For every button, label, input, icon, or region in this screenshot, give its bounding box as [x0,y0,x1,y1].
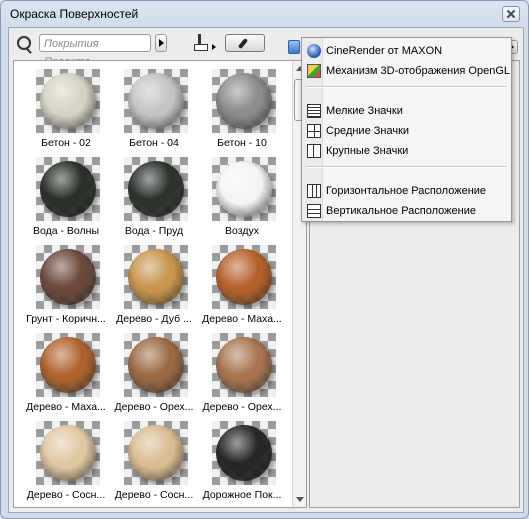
surface-thumbnail [212,245,276,309]
medium-icons-icon [307,124,321,138]
scroll-down-arrow-icon[interactable] [296,497,304,502]
small-icons-icon [307,104,321,118]
surface-thumbnail [36,333,100,397]
material-sphere [216,249,272,305]
surface-tile[interactable]: Дерево - Дуб ... [110,243,198,331]
surface-label: Дерево - Сосн... [114,489,194,501]
surface-label: Дорожное Пок... [202,489,282,501]
surface-thumbnail [212,421,276,485]
menu-item-large-icons[interactable]: Крупные Значки [304,141,508,161]
close-button[interactable] [502,6,520,22]
surface-label: Дерево - Сосн... [26,489,106,501]
material-sphere [40,337,96,393]
surface-tile[interactable]: Дерево - Орех... [198,331,286,419]
surface-tile[interactable]: Бетон - 10 [198,67,286,155]
surface-label: Дерево - Орех... [114,401,194,413]
material-sphere [216,73,272,129]
surface-thumbnail [36,421,100,485]
menu-item-label: Вертикальное Расположение [326,205,476,217]
eyedropper-button[interactable] [225,34,265,52]
surface-thumbnail [124,333,188,397]
surface-thumbnail [36,245,100,309]
menu-item-opengl[interactable]: Механизм 3D-отображения OpenGL [304,61,510,81]
surface-thumbnail [212,69,276,133]
search-input[interactable]: Покрытия Проекта [39,34,151,68]
surface-list: Бетон - 02 Бетон - 04 Бетон - 10 Вода - Вол… [13,60,307,508]
surface-label: Вода - Волны [33,225,99,237]
surface-thumbnail [36,69,100,133]
surface-label: Дерево - Маха... [26,401,106,413]
surface-label: Дерево - Орех... [202,401,282,413]
surface-thumbnail [36,157,100,221]
brush-options-arrow-icon[interactable] [212,44,216,50]
large-icons-icon [307,144,321,158]
material-sphere [128,425,184,481]
opengl-icon [307,64,321,78]
surface-label: Грунт - Коричн... [26,313,106,325]
surface-label: Бетон - 02 [41,137,91,149]
menu-item-label: Мелкие Значки [326,105,403,117]
surface-thumbnail [212,157,276,221]
menu-item-medium-icons[interactable]: Средние Значки [304,121,508,141]
menu-item-label: Крупные Значки [326,145,409,157]
menu-separator [306,86,506,88]
search-menu-arrow-button[interactable] [155,34,167,52]
cinerender-icon [307,44,321,58]
surface-tile[interactable]: Дерево - Орех... [110,331,198,419]
window-title: Окраска Поверхностей [10,7,139,21]
horizontal-layout-icon [307,184,321,198]
material-sphere [128,73,184,129]
render-engine-menu-button[interactable] [288,40,300,54]
surface-tile[interactable]: Грунт - Коричн... [22,243,110,331]
surface-tile[interactable]: Бетон - 04 [110,67,198,155]
material-sphere [216,161,272,217]
surface-tile[interactable]: Бетон - 02 [22,67,110,155]
material-sphere [128,337,184,393]
vertical-layout-icon [307,204,321,218]
material-sphere [40,425,96,481]
surface-label: Бетон - 04 [129,137,179,149]
surface-tile[interactable]: Дерево - Сосн... [110,419,198,507]
surface-tile[interactable]: Вода - Волны [22,155,110,243]
surface-thumbnail [124,69,188,133]
menu-item-horizontal-layout[interactable]: Горизонтальное Расположение [304,181,508,201]
search-icon[interactable] [17,36,31,50]
surface-tile[interactable]: Дерево - Маха... [22,331,110,419]
menu-separator [306,166,506,168]
menu-item-label: Горизонтальное Расположение [326,185,487,197]
surface-tile[interactable]: Воздух [198,155,286,243]
material-sphere [216,337,272,393]
material-sphere [40,249,96,305]
surface-thumbnail [124,245,188,309]
surface-thumbnail [124,421,188,485]
surface-label: Бетон - 10 [217,137,267,149]
surface-painter-window: Окраска Поверхностей Покрытия Проекта Бе… [0,0,529,519]
view-options-menu: CineRender от MAXON Механизм 3D-отображе… [301,37,512,222]
material-sphere [216,425,272,481]
menu-item-label: Механизм 3D-отображения OpenGL [326,65,510,77]
menu-item-label: CineRender от MAXON [326,45,443,57]
material-sphere [40,73,96,129]
menu-item-label: Средние Значки [326,125,410,137]
surface-label: Дерево - Дуб ... [116,313,192,325]
menu-item-small-icons[interactable]: Мелкие Значки [304,101,508,121]
material-sphere [40,161,96,217]
material-sphere [128,249,184,305]
menu-item-vertical-layout[interactable]: Вертикальное Расположение [304,201,508,221]
surface-label: Дерево - Маха... [202,313,282,325]
paint-brush-icon[interactable] [192,34,208,51]
material-sphere [128,161,184,217]
surface-label: Воздух [225,225,259,237]
surface-thumbnail [212,333,276,397]
surface-tile[interactable]: Вода - Пруд [110,155,198,243]
surface-tile[interactable]: Дорожное Пок... [198,419,286,507]
surface-thumbnail [124,157,188,221]
surface-label: Вода - Пруд [124,225,184,237]
surface-tile[interactable]: Дерево - Маха... [198,243,286,331]
menu-item-cinerender[interactable]: CineRender от MAXON [304,41,508,61]
surface-tile[interactable]: Дерево - Сосн... [22,419,110,507]
title-bar: Окраска Поверхностей [1,1,528,27]
